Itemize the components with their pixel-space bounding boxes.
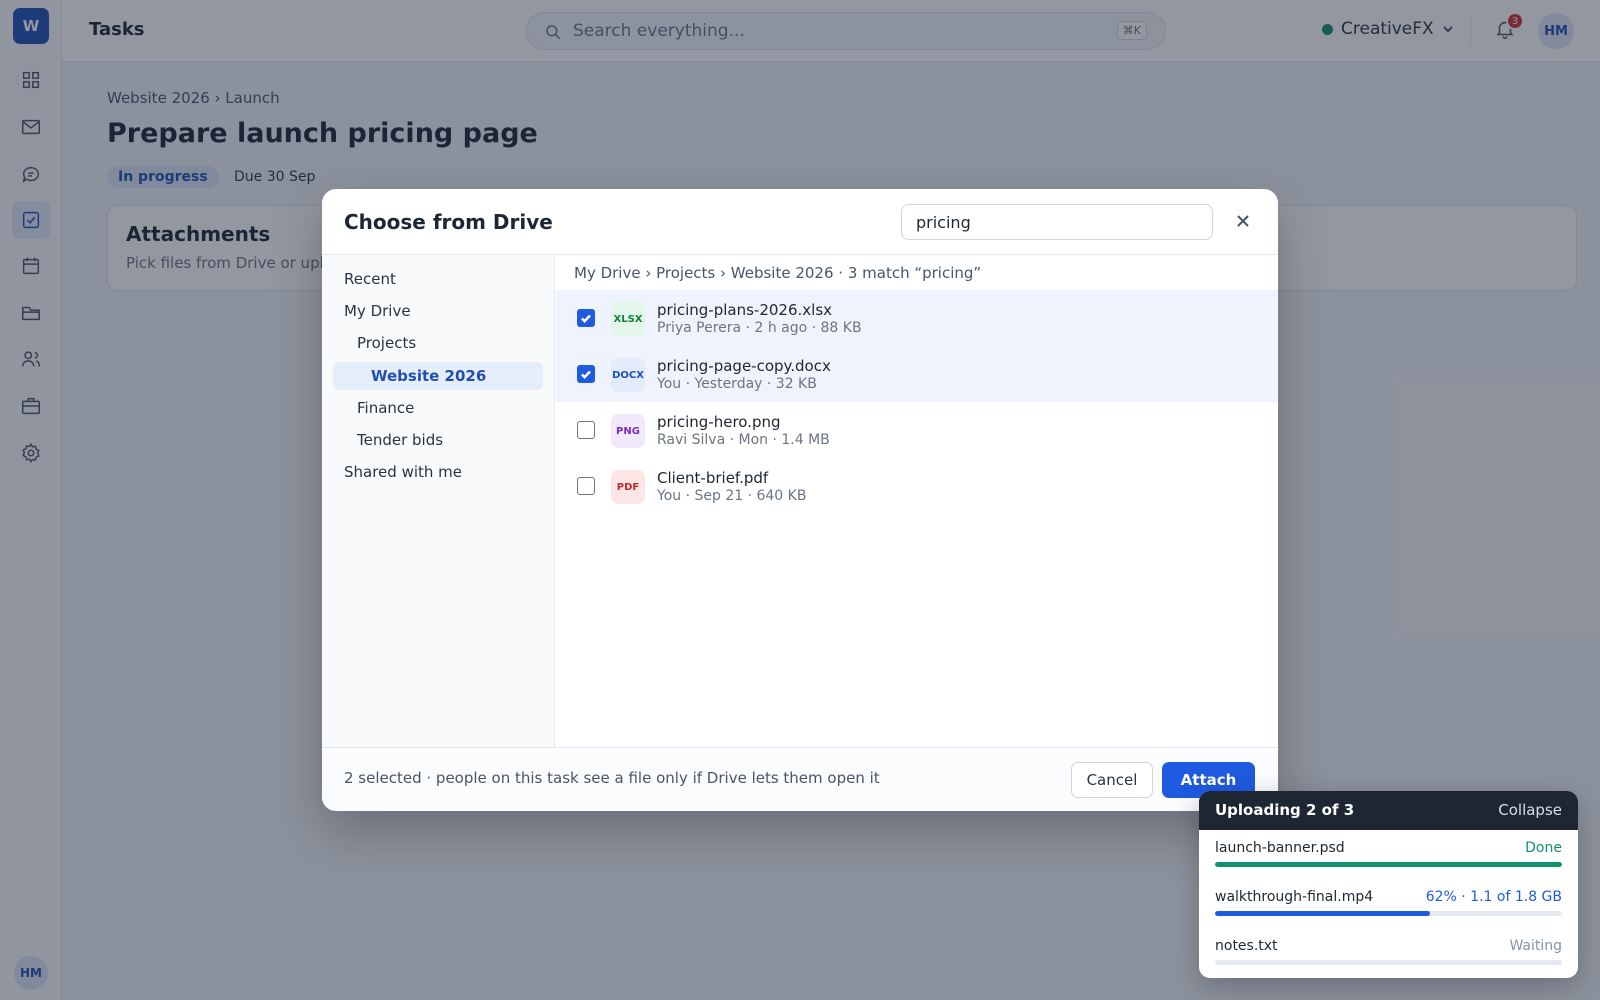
file-row[interactable]: PDF Client-brief.pdf You · Sep 21 · 640 … bbox=[556, 458, 1278, 514]
drive-location-breadcrumb: My Drive › Projects › Website 2026 · 3 m… bbox=[574, 264, 982, 282]
file-name: pricing-plans-2026.xlsx bbox=[657, 301, 833, 319]
file-meta: Priya Perera · 2 h ago · 88 KB bbox=[657, 320, 862, 336]
file-checkbox[interactable] bbox=[577, 421, 595, 439]
file-list-panel: My Drive › Projects › Website 2026 · 3 m… bbox=[556, 255, 1278, 747]
xlsx-file-icon: XLSX bbox=[611, 302, 645, 336]
collapse-button[interactable]: Collapse bbox=[1498, 801, 1562, 819]
upload-file-name: walkthrough-final.mp4 bbox=[1215, 889, 1374, 905]
dialog-footer: 2 selected · people on this task see a f… bbox=[322, 747, 1278, 811]
dialog-title: Choose from Drive bbox=[344, 210, 553, 234]
drive-search-input[interactable] bbox=[901, 204, 1213, 240]
close-button[interactable] bbox=[1231, 209, 1255, 233]
upload-progress-fill bbox=[1215, 911, 1431, 916]
file-row[interactable]: DOCX pricing-page-copy.docx You · Yester… bbox=[556, 346, 1278, 402]
upload-item: notes.txt Waiting bbox=[1215, 938, 1562, 978]
upload-status: Waiting bbox=[1509, 938, 1562, 954]
file-name: pricing-hero.png bbox=[657, 413, 781, 431]
file-name: Client-brief.pdf bbox=[657, 469, 769, 487]
nav-item-website-2026[interactable]: Website 2026 bbox=[333, 362, 543, 390]
file-meta: You · Sep 21 · 640 KB bbox=[657, 488, 807, 504]
upload-progress-bar bbox=[1215, 862, 1562, 867]
file-checkbox[interactable] bbox=[577, 477, 595, 495]
upload-tray-header: Uploading 2 of 3 Collapse bbox=[1199, 791, 1578, 830]
file-meta: Ravi Silva · Mon · 1.4 MB bbox=[657, 432, 830, 448]
nav-item-shared-with-me[interactable]: Shared with me bbox=[344, 458, 462, 486]
nav-item-finance[interactable]: Finance bbox=[357, 394, 414, 422]
drive-picker-dialog: Choose from Drive Recent My Drive Projec… bbox=[322, 189, 1278, 811]
file-row[interactable]: XLSX pricing-plans-2026.xlsx Priya Perer… bbox=[556, 290, 1278, 346]
close-icon bbox=[1237, 215, 1249, 227]
upload-status: 62% · 1.1 of 1.8 GB bbox=[1425, 889, 1562, 905]
png-file-icon: PNG bbox=[611, 414, 645, 448]
upload-file-name: notes.txt bbox=[1215, 938, 1278, 954]
file-checkbox[interactable] bbox=[577, 309, 595, 327]
file-meta: You · Yesterday · 32 KB bbox=[657, 376, 817, 392]
upload-tray: Uploading 2 of 3 Collapse launch-banner.… bbox=[1199, 791, 1578, 978]
nav-item-my-drive[interactable]: My Drive bbox=[344, 297, 411, 325]
docx-file-icon: DOCX bbox=[611, 358, 645, 392]
upload-progress-bar bbox=[1215, 960, 1562, 965]
upload-item: walkthrough-final.mp4 62% · 1.1 of 1.8 G… bbox=[1215, 889, 1562, 929]
nav-item-recent[interactable]: Recent bbox=[344, 265, 396, 293]
file-name: pricing-page-copy.docx bbox=[657, 357, 831, 375]
upload-progress-bar bbox=[1215, 911, 1562, 916]
drive-folder-nav: Recent My Drive Projects Website 2026 Fi… bbox=[322, 255, 555, 747]
upload-tray-title: Uploading 2 of 3 bbox=[1215, 801, 1355, 819]
pdf-file-icon: PDF bbox=[611, 470, 645, 504]
file-row[interactable]: PNG pricing-hero.png Ravi Silva · Mon · … bbox=[556, 402, 1278, 458]
cancel-button[interactable]: Cancel bbox=[1071, 762, 1153, 798]
dialog-header: Choose from Drive bbox=[322, 189, 1278, 255]
upload-status: Done bbox=[1525, 840, 1562, 856]
upload-file-name: launch-banner.psd bbox=[1215, 840, 1345, 856]
upload-progress-fill bbox=[1215, 862, 1562, 867]
nav-item-projects[interactable]: Projects bbox=[357, 329, 416, 357]
nav-item-tender-bids[interactable]: Tender bids bbox=[357, 426, 443, 454]
file-checkbox[interactable] bbox=[577, 365, 595, 383]
upload-item: launch-banner.psd Done bbox=[1215, 840, 1562, 880]
selection-note: 2 selected · people on this task see a f… bbox=[344, 769, 880, 787]
